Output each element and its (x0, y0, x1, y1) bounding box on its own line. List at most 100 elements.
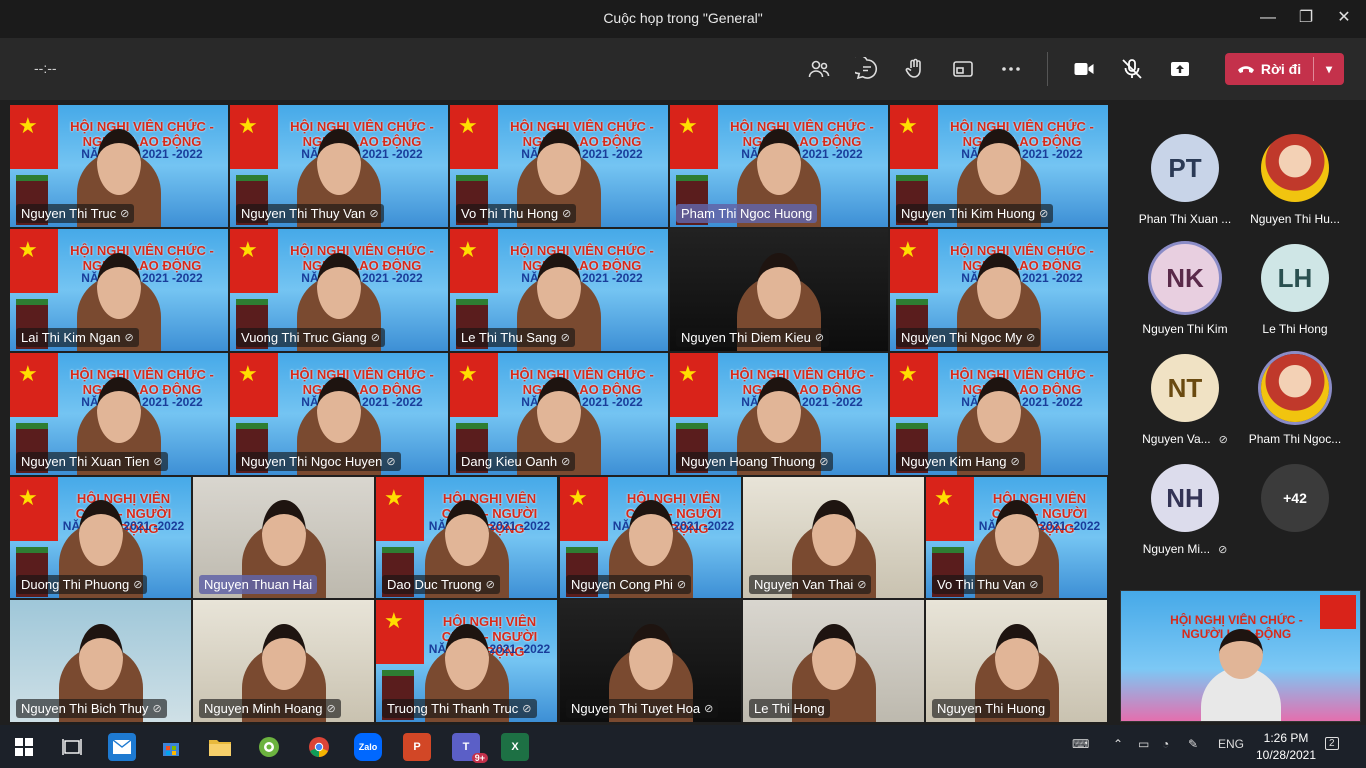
mic-muted-icon[interactable] (1119, 56, 1145, 82)
participant-card[interactable]: Pham Thi Ngoc... (1240, 346, 1350, 456)
chrome-icon[interactable] (305, 733, 333, 761)
store-icon[interactable] (157, 733, 185, 761)
coccoc-icon[interactable] (255, 733, 283, 761)
video-tile[interactable]: Nguyen Thi Tuyet Hoa ⊘ (560, 600, 741, 722)
video-tile[interactable]: HỘI NGHỊ VIÊN CHỨC - NGƯỜI LAO ĐỘNGNĂM H… (230, 353, 448, 475)
video-tile[interactable]: Le Thi Hong (743, 600, 924, 722)
video-tile[interactable]: HỘI NGHỊ VIÊN CHỨC - NGƯỜI LAO ĐỘNGNĂM H… (10, 477, 191, 598)
task-view-icon[interactable] (58, 733, 86, 761)
leave-button[interactable]: Rời đi ▾ (1225, 53, 1344, 85)
zalo-icon[interactable]: Zalo (354, 733, 382, 761)
network-icon[interactable]: ◔ (1162, 737, 1169, 751)
video-tile[interactable]: Nguyen Van Thai ⊘ (743, 477, 924, 598)
participant-card[interactable]: PT Phan Thi Xuan ... (1130, 126, 1240, 236)
self-view-video[interactable]: HỘI NGHỊ VIÊN CHỨC - NGƯỜI LAO ĐỘNG (1120, 590, 1361, 722)
video-tile[interactable]: HỘI NGHỊ VIÊN CHỨC - NGƯỜI LAO ĐỘNGNĂM H… (450, 353, 668, 475)
participant-name: Nguyen Thi Kim Huong (901, 206, 1036, 221)
share-icon[interactable] (1167, 56, 1193, 82)
flag-shape (560, 477, 608, 541)
system-clock[interactable]: 1:26 PM 10/28/2021 (1246, 730, 1326, 764)
notification-icon[interactable]: 2 (1325, 735, 1339, 750)
video-tile[interactable]: Nguyen Thi Bich Thuy ⊘ (10, 600, 191, 722)
more-participants-button[interactable]: +42 (1240, 456, 1350, 566)
video-tile[interactable]: HỘI NGHỊ VIÊN CHỨC - NGƯỜI LAO ĐỘNGNĂM H… (230, 229, 448, 351)
participant-name-label: Truong Thi Thanh Truc ⊘ (382, 699, 537, 718)
chevron-down-icon[interactable]: ▾ (1317, 59, 1341, 79)
video-tile[interactable]: HỘI NGHỊ VIÊN CHỨC - NGƯỜI LAO ĐỘNGNĂM H… (450, 229, 668, 351)
mic-muted-icon: ⊘ (124, 332, 134, 344)
participant-name: Nguyen Minh Hoang (204, 701, 323, 716)
video-tile[interactable]: HỘI NGHỊ VIÊN CHỨC - NGƯỜI LAO ĐỘNGNĂM H… (230, 105, 448, 227)
hangup-icon (1237, 61, 1255, 77)
video-tile[interactable]: HỘI NGHỊ VIÊN CHỨC - NGƯỜI LAO ĐỘNGNĂM H… (10, 229, 228, 351)
mic-muted-icon: ⊘ (676, 579, 687, 591)
flag-shape (10, 229, 58, 293)
video-tile[interactable]: Nguyen Thi Huong (926, 600, 1107, 722)
participant-name-label: Nguyen Thuan Hai (199, 575, 318, 594)
video-tile[interactable]: Nguyen Thuan Hai (193, 477, 374, 598)
rooms-icon[interactable] (950, 56, 976, 82)
participant-name: Lai Thi Kim Ngan (21, 330, 121, 345)
mic-muted-icon: ⊘ (370, 332, 380, 344)
maximize-icon[interactable]: ❐ (1296, 8, 1316, 28)
video-tile[interactable]: HỘI NGHỊ VIÊN CHỨC - NGƯỜI LAO ĐỘNGNĂM H… (560, 477, 741, 598)
participants-icon[interactable] (806, 56, 832, 82)
mic-muted-icon: ⊘ (1029, 579, 1039, 591)
teams-badge: 9+ (471, 753, 488, 763)
meeting-toolbar: --:-- Rời đi ▾ (0, 38, 1366, 100)
pen-icon[interactable]: ✎ (1188, 737, 1198, 751)
video-tile[interactable]: Nguyen Minh Hoang ⊘ (193, 600, 374, 722)
video-tile[interactable]: HỘI NGHỊ VIÊN CHỨC - NGƯỜI LAO ĐỘNGNĂM H… (10, 353, 228, 475)
participant-card[interactable]: LH Le Thi Hong (1240, 236, 1350, 346)
flag-shape (890, 229, 938, 293)
reactions-icon[interactable] (902, 56, 928, 82)
more-icon[interactable] (998, 56, 1024, 82)
language-indicator[interactable]: ENG (1218, 737, 1244, 751)
video-tile[interactable]: HỘI NGHỊ VIÊN CHỨC - NGƯỜI LAO ĐỘNGNĂM H… (890, 353, 1108, 475)
excel-icon[interactable]: X (501, 733, 529, 761)
participant-name-label: Nguyen Thi Ngoc My ⊘ (896, 328, 1041, 347)
flag-shape (10, 477, 58, 541)
participant-name: Nguyen Thi Xuan Tien (21, 454, 150, 469)
video-tile[interactable]: HỘI NGHỊ VIÊN CHỨC - NGƯỜI LAO ĐỘNGNĂM H… (450, 105, 668, 227)
participant-card[interactable]: NH Nguyen Mi... ⊘ (1130, 456, 1240, 566)
tile-banner: HỘI NGHỊ VIÊN CHỨC - NGƯỜI LAO ĐỘNG (70, 367, 214, 397)
minimize-icon[interactable]: — (1258, 8, 1278, 28)
participant-name: Nguyen Kim Hang (901, 454, 1007, 469)
mic-muted-icon: ⊘ (485, 579, 495, 591)
windows-start-icon[interactable] (10, 733, 38, 761)
video-tile[interactable]: HỘI NGHỊ VIÊN CHỨC - NGƯỜI LAO ĐỘNGNĂM H… (926, 477, 1107, 598)
video-tile[interactable]: HỘI NGHỊ VIÊN CHỨC - NGƯỜI LAO ĐỘNGNĂM H… (376, 600, 557, 722)
video-tile[interactable]: HỘI NGHỊ VIÊN CHỨC - NGƯỜI LAO ĐỘNGNĂM H… (376, 477, 557, 598)
file-explorer-icon[interactable] (206, 733, 234, 761)
flag-shape (10, 353, 58, 417)
participant-name: Dang Kieu Oanh (461, 454, 558, 469)
participant-card[interactable]: NK Nguyen Thi Kim (1130, 236, 1240, 346)
participant-card[interactable]: Nguyen Thi Hu... (1240, 126, 1350, 236)
participant-name-label: Vo Thi Thu Van ⊘ (932, 575, 1044, 594)
battery-icon[interactable]: ▭ (1138, 737, 1149, 751)
participant-name-label: Nguyen Thi Kim Huong ⊘ (896, 204, 1054, 223)
video-tile[interactable]: HỘI NGHỊ VIÊN CHỨC - NGƯỜI LAO ĐỘNGNĂM H… (670, 105, 888, 227)
participant-name-label: Lai Thi Kim Ngan ⊘ (16, 328, 139, 347)
chevron-up-icon[interactable]: ⌃ (1113, 737, 1123, 751)
chat-icon[interactable] (854, 56, 880, 82)
mic-muted-icon: ⊘ (1026, 332, 1036, 344)
video-tile[interactable]: HỘI NGHỊ VIÊN CHỨC - NGƯỜI LAO ĐỘNGNĂM H… (10, 105, 228, 227)
participant-card[interactable]: NT Nguyen Va... ⊘ (1130, 346, 1240, 456)
video-tile[interactable]: Nguyen Thi Diem Kieu ⊘ (670, 229, 888, 351)
video-tile[interactable]: HỘI NGHỊ VIÊN CHỨC - NGƯỜI LAO ĐỘNGNĂM H… (670, 353, 888, 475)
toolbar-separator (1047, 52, 1048, 86)
powerpoint-icon[interactable]: P (403, 733, 431, 761)
tile-banner: HỘI NGHỊ VIÊN CHỨC - NGƯỜI LAO ĐỘNG (70, 119, 214, 149)
teams-icon[interactable]: T 9+ (452, 733, 488, 763)
video-tile[interactable]: HỘI NGHỊ VIÊN CHỨC - NGƯỜI LAO ĐỘNGNĂM H… (890, 229, 1108, 351)
camera-icon[interactable] (1071, 56, 1097, 82)
mic-muted-icon: ⊘ (153, 456, 163, 468)
mail-icon[interactable] (108, 733, 136, 761)
keyboard-icon[interactable]: ⌨ (1072, 737, 1089, 751)
video-tile[interactable]: HỘI NGHỊ VIÊN CHỨC - NGƯỜI LAO ĐỘNGNĂM H… (890, 105, 1108, 227)
close-icon[interactable]: ✕ (1334, 8, 1354, 28)
flag-shape (890, 353, 938, 417)
leave-main[interactable]: Rời đi (1225, 53, 1313, 85)
